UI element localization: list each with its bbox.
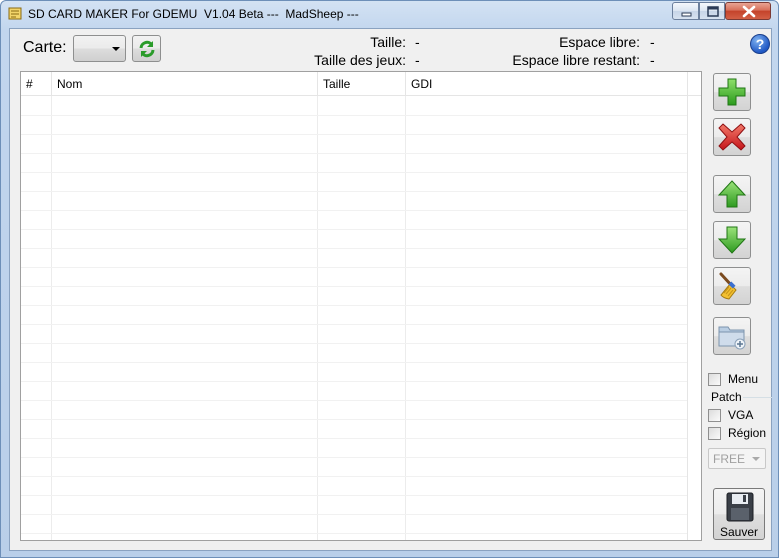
column-header-nom[interactable]: Nom bbox=[52, 72, 318, 96]
chevron-down-icon bbox=[752, 457, 760, 461]
carte-label: Carte: bbox=[23, 39, 67, 56]
column-divider bbox=[405, 96, 406, 540]
column-header-taille[interactable]: Taille bbox=[318, 72, 406, 96]
delete-icon bbox=[718, 123, 746, 151]
region-label: Région bbox=[728, 426, 767, 440]
espace-libre-label: Espace libre: bbox=[559, 34, 640, 50]
table-row-divider bbox=[21, 495, 687, 496]
table-row-divider bbox=[21, 438, 687, 439]
taille-label: Taille: bbox=[370, 34, 406, 50]
save-label: Sauver bbox=[719, 525, 759, 539]
app-icon bbox=[8, 7, 22, 20]
column-header-gdi[interactable]: GDI bbox=[406, 72, 687, 96]
arrow-down-icon bbox=[717, 226, 747, 254]
espace-restant-value: - bbox=[650, 52, 655, 68]
close-button[interactable] bbox=[725, 2, 771, 20]
table-row-divider bbox=[21, 153, 687, 154]
add-game-button[interactable] bbox=[713, 73, 751, 111]
table-row-divider bbox=[21, 419, 687, 420]
refresh-icon bbox=[139, 40, 155, 58]
save-button[interactable]: Sauver bbox=[713, 488, 765, 540]
minimize-button[interactable] bbox=[672, 2, 699, 20]
table-row-divider bbox=[21, 210, 687, 211]
broom-icon bbox=[719, 272, 737, 300]
table-row-divider bbox=[21, 533, 687, 534]
table-row-divider bbox=[21, 267, 687, 268]
arrow-up-icon bbox=[717, 180, 747, 208]
table-row-divider bbox=[21, 362, 687, 363]
patch-group-label: Patch bbox=[711, 390, 742, 404]
taille-jeux-label: Taille des jeux: bbox=[314, 52, 406, 68]
table-row-divider bbox=[21, 400, 687, 401]
region-dropdown-value: FREE bbox=[713, 452, 746, 466]
table-row-divider bbox=[21, 381, 687, 382]
close-icon bbox=[742, 5, 756, 18]
carte-dropdown[interactable] bbox=[73, 35, 126, 62]
window-title: SD CARD MAKER For GDEMU V1.04 Beta --- M… bbox=[28, 7, 359, 21]
clean-button[interactable] bbox=[713, 267, 751, 305]
table-row-divider bbox=[21, 172, 687, 173]
vga-label: VGA bbox=[728, 408, 754, 422]
column-divider bbox=[51, 96, 52, 540]
vga-checkbox[interactable] bbox=[708, 409, 721, 422]
add-folder-button[interactable] bbox=[713, 317, 751, 355]
table-row-divider bbox=[21, 191, 687, 192]
move-up-button[interactable] bbox=[713, 175, 751, 213]
region-checkbox[interactable] bbox=[708, 427, 721, 440]
help-icon: ? bbox=[755, 36, 765, 52]
refresh-button[interactable] bbox=[132, 35, 161, 62]
column-divider bbox=[317, 96, 318, 540]
table-row-divider bbox=[21, 457, 687, 458]
maximize-button[interactable] bbox=[699, 2, 725, 20]
client-area: Carte: Taille: - Taille des jeux: - Espa… bbox=[9, 28, 772, 551]
espace-libre-value: - bbox=[650, 34, 655, 50]
table-scroll-column bbox=[687, 72, 701, 540]
remove-game-button[interactable] bbox=[713, 118, 751, 156]
table-row-divider bbox=[21, 115, 687, 116]
minimize-icon bbox=[681, 12, 692, 17]
menu-checkbox[interactable] bbox=[708, 373, 721, 386]
title-bar[interactable]: SD CARD MAKER For GDEMU V1.04 Beta --- M… bbox=[1, 1, 778, 27]
floppy-disk-icon bbox=[726, 492, 754, 522]
plus-icon bbox=[718, 78, 746, 106]
maximize-icon bbox=[707, 6, 719, 17]
taille-value: - bbox=[415, 34, 420, 50]
taille-jeux-value: - bbox=[415, 52, 420, 68]
app-window: SD CARD MAKER For GDEMU V1.04 Beta --- M… bbox=[0, 0, 779, 558]
folder-add-icon bbox=[718, 326, 746, 350]
table-row-divider bbox=[21, 248, 687, 249]
table-row-divider bbox=[21, 286, 687, 287]
table-row-divider bbox=[21, 343, 687, 344]
games-table[interactable]: # Nom Taille GDI bbox=[20, 71, 702, 541]
region-dropdown[interactable]: FREE bbox=[708, 448, 766, 469]
help-button[interactable]: ? bbox=[750, 34, 770, 54]
table-row-divider bbox=[21, 134, 687, 135]
table-row-divider bbox=[21, 514, 687, 515]
table-row-divider bbox=[21, 305, 687, 306]
table-row-divider bbox=[21, 324, 687, 325]
patch-group-divider bbox=[743, 397, 772, 398]
table-row-divider bbox=[21, 476, 687, 477]
menu-label: Menu bbox=[728, 372, 759, 386]
move-down-button[interactable] bbox=[713, 221, 751, 259]
espace-restant-label: Espace libre restant: bbox=[512, 52, 640, 68]
table-header: # Nom Taille GDI bbox=[21, 72, 701, 96]
table-row-divider bbox=[21, 229, 687, 230]
table-body[interactable] bbox=[21, 96, 701, 540]
column-header-index[interactable]: # bbox=[21, 72, 52, 96]
chevron-down-icon bbox=[112, 47, 120, 51]
